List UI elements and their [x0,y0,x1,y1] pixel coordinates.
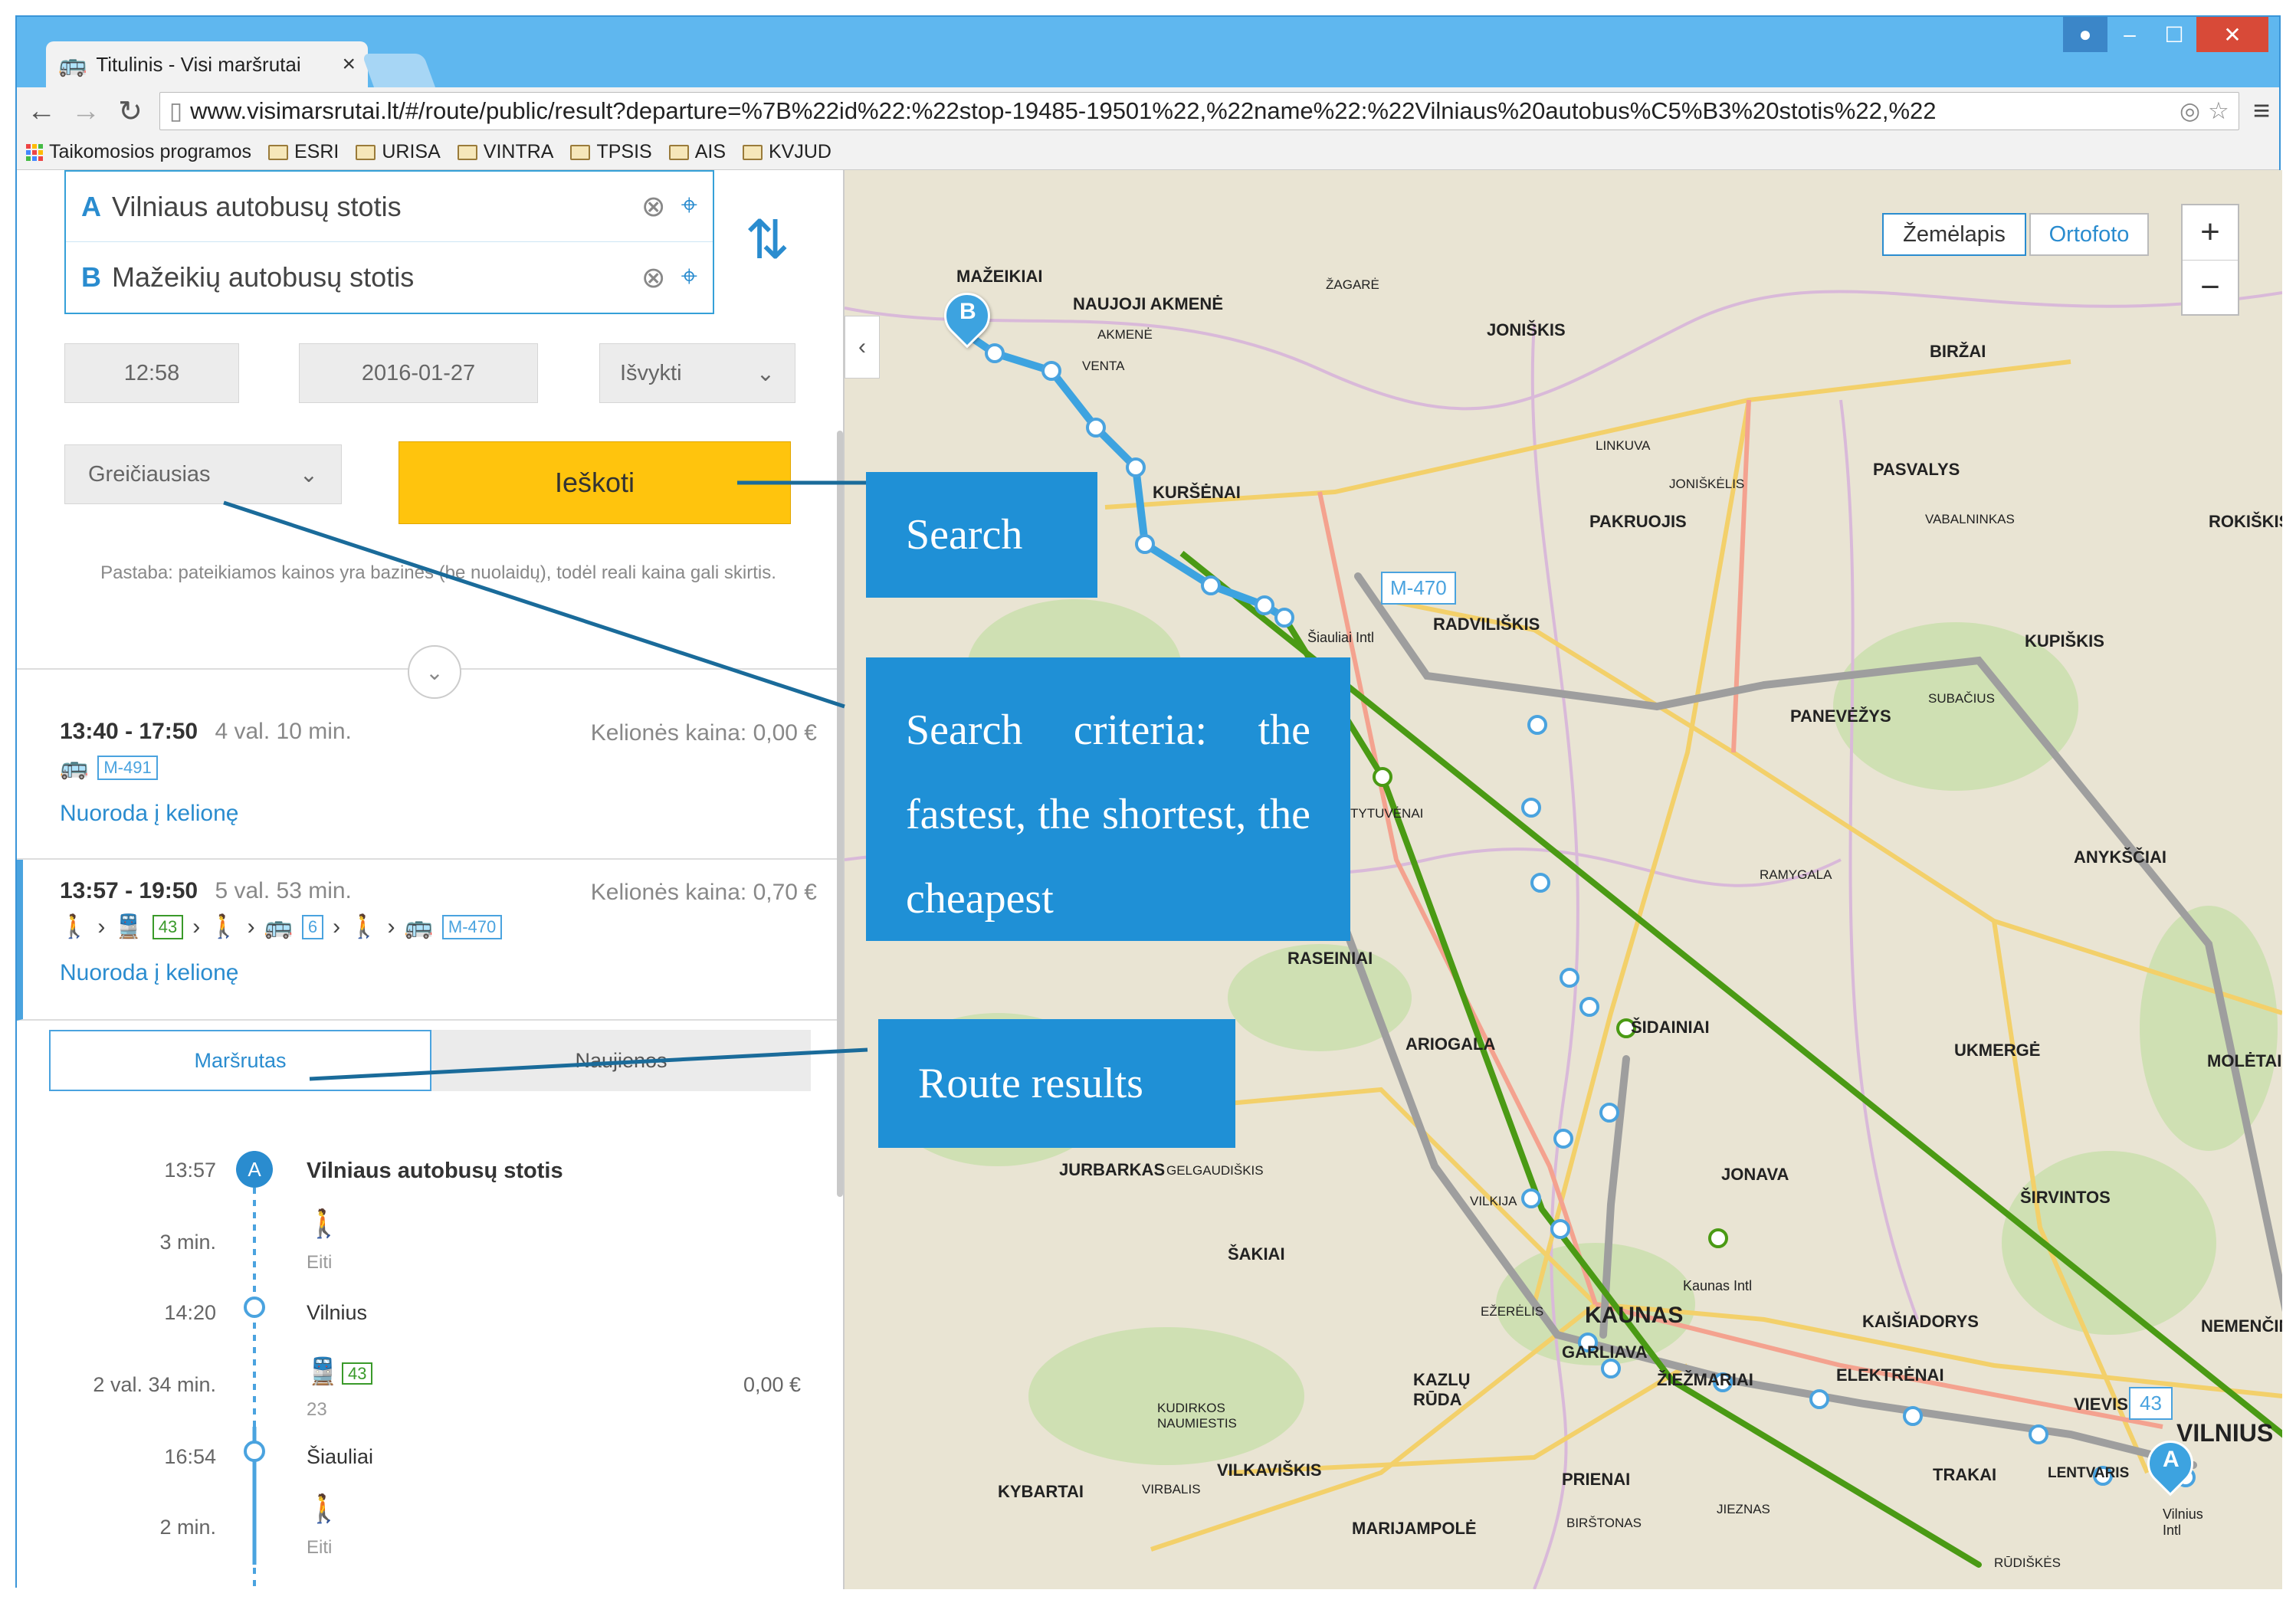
forward-icon[interactable]: → [71,95,101,128]
user-icon[interactable]: ● [2063,17,2107,52]
bookmark-apps[interactable]: Taikomosios programos [26,141,251,163]
callout-search: Search [866,472,1097,598]
folder-icon [743,144,763,160]
bookmark-label: AIS [694,141,726,162]
address-bar[interactable]: ▯ www.visimarsrutai.lt/#/route/public/re… [159,92,2239,130]
window-controls: ● – ☐ ✕ [2063,17,2268,52]
bookmark-label: ESRI [294,141,339,162]
maximize-icon[interactable]: ☐ [2152,17,2196,52]
folder-icon [356,144,376,160]
reload-icon[interactable]: ↻ [115,94,146,129]
bookmark-label: VINTRA [483,141,554,162]
folder-icon [570,144,591,160]
bookmark-esri[interactable]: ESRI [268,141,339,163]
bookmarks-bar: Taikomosios programos ESRI URISA VINTRA … [17,135,2279,170]
browser-tab[interactable]: 🚌 Titulinis - Visi maršrutai × [46,41,368,87]
new-tab-button[interactable] [361,54,436,87]
bookmark-star-icon[interactable]: ☆ [2208,97,2229,125]
back-icon[interactable]: ← [26,95,57,128]
bookmark-label: KVJUD [769,141,831,162]
bookmark-label: URISA [382,141,441,162]
location-icon[interactable]: ◎ [2180,97,2200,125]
callout-routes: Route results [878,1019,1235,1148]
bookmark-vintra[interactable]: VINTRA [457,141,554,163]
bookmark-tpsis[interactable]: TPSIS [570,141,652,163]
folder-icon [268,144,288,160]
bookmark-ais[interactable]: AIS [668,141,726,163]
callout-criteria: Search criteria: the fastest, the shorte… [866,657,1350,941]
bus-favicon-icon: 🚌 [58,51,87,77]
folder-icon [668,144,689,160]
close-window-icon[interactable]: ✕ [2196,17,2268,52]
browser-toolbar: ← → ↻ ▯ www.visimarsrutai.lt/#/route/pub… [17,87,2279,135]
tab-close-icon[interactable]: × [342,51,356,77]
bookmark-label: TPSIS [596,141,652,162]
minimize-icon[interactable]: – [2107,17,2152,52]
page-icon: ▯ [169,97,183,124]
bookmark-label: Taikomosios programos [49,141,251,162]
tab-title: Titulinis - Visi maršrutai [96,52,301,76]
bookmark-kvjud[interactable]: KVJUD [743,141,831,163]
url-text: www.visimarsrutai.lt/#/route/public/resu… [190,97,1937,124]
bookmark-urisa[interactable]: URISA [356,141,441,163]
apps-icon [26,143,43,161]
folder-icon [457,144,477,160]
tab-strip: 🚌 Titulinis - Visi maršrutai × ● – ☐ ✕ [17,17,2279,87]
menu-icon[interactable]: ≡ [2253,95,2270,128]
page-viewport: A Vilniaus autobusų stotis ⊗ ⌖ B Mažeikių… [17,170,2282,1589]
browser-window: 🚌 Titulinis - Visi maršrutai × ● – ☐ ✕ ←… [15,15,2282,1589]
